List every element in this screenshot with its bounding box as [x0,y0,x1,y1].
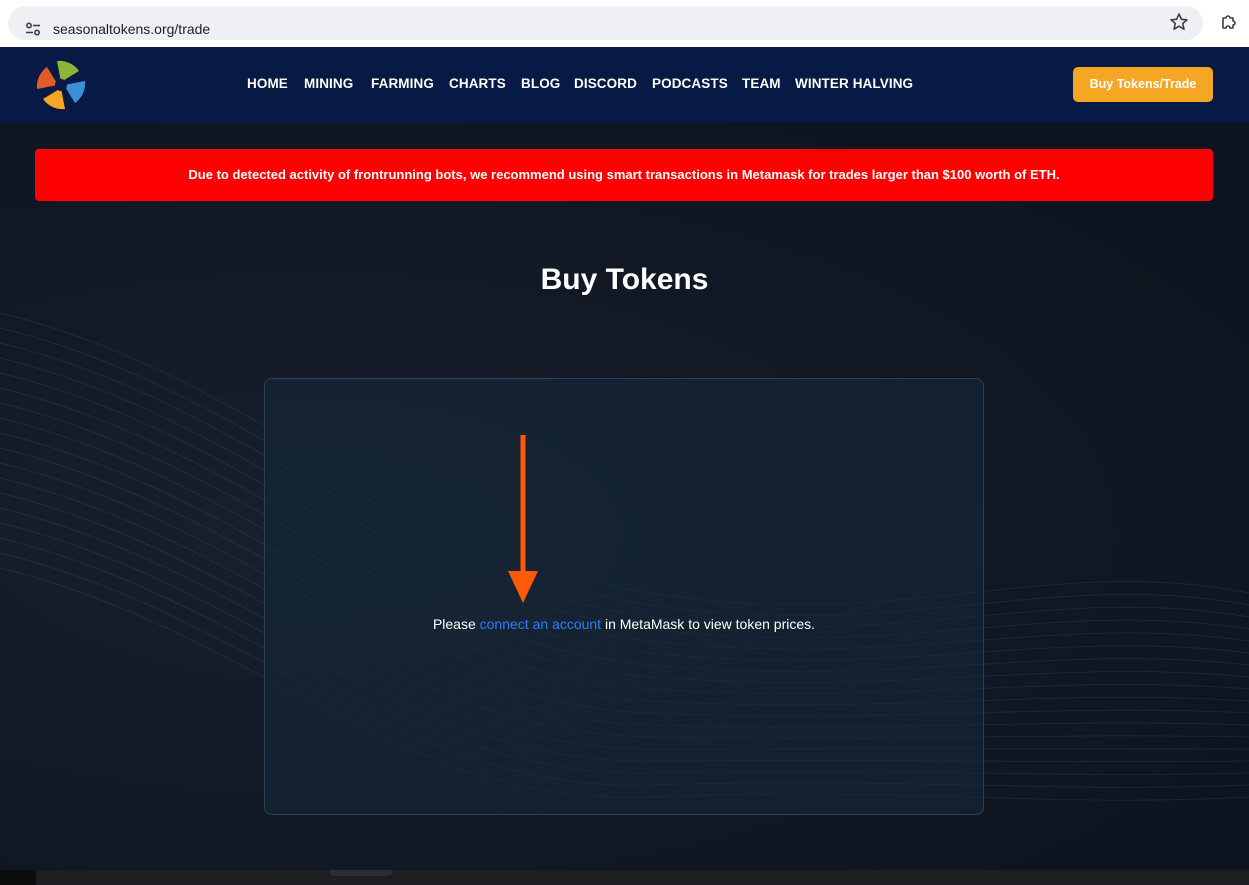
nav-blog[interactable]: BLOG [521,76,560,91]
nav-winter-halving[interactable]: WINTER HALVING [795,76,913,91]
nav-home[interactable]: HOME [247,76,288,91]
trade-panel: Please connect an account in MetaMask to… [264,378,984,815]
connect-account-message: Please connect an account in MetaMask to… [265,616,983,632]
bottom-strip [0,870,1249,885]
address-bar[interactable]: seasonaltokens.org/trade [8,6,1203,40]
site-header: HOME MINING FARMING CHARTS BLOG DISCORD … [0,47,1249,123]
bookmark-star-icon[interactable] [1169,12,1189,32]
buy-tokens-trade-button[interactable]: Buy Tokens/Trade [1073,67,1213,102]
nav-team[interactable]: TEAM [742,76,781,91]
site-info-icon[interactable] [25,22,41,36]
annotation-arrow-down [508,435,538,603]
message-suffix: in MetaMask to view token prices. [601,616,816,632]
url-text[interactable]: seasonaltokens.org/trade [53,21,210,37]
connect-account-link[interactable]: connect an account [480,616,601,632]
main-content: Due to detected activity of frontrunning… [0,123,1249,870]
nav-discord[interactable]: DISCORD [574,76,637,91]
browser-toolbar: seasonaltokens.org/trade [0,0,1249,47]
nav-farming[interactable]: FARMING [371,76,434,91]
page-title: Buy Tokens [540,263,709,296]
message-prefix: Please [432,616,480,632]
seasonal-tokens-logo[interactable] [34,58,88,112]
frontrunning-alert-banner: Due to detected activity of frontrunning… [35,149,1213,201]
bottom-left-corner [0,870,36,885]
bottom-tab-handle [330,870,392,876]
nav-mining[interactable]: MINING [304,76,353,91]
extensions-icon[interactable] [1219,12,1239,32]
nav-charts[interactable]: CHARTS [449,76,506,91]
nav-podcasts[interactable]: PODCASTS [652,76,728,91]
